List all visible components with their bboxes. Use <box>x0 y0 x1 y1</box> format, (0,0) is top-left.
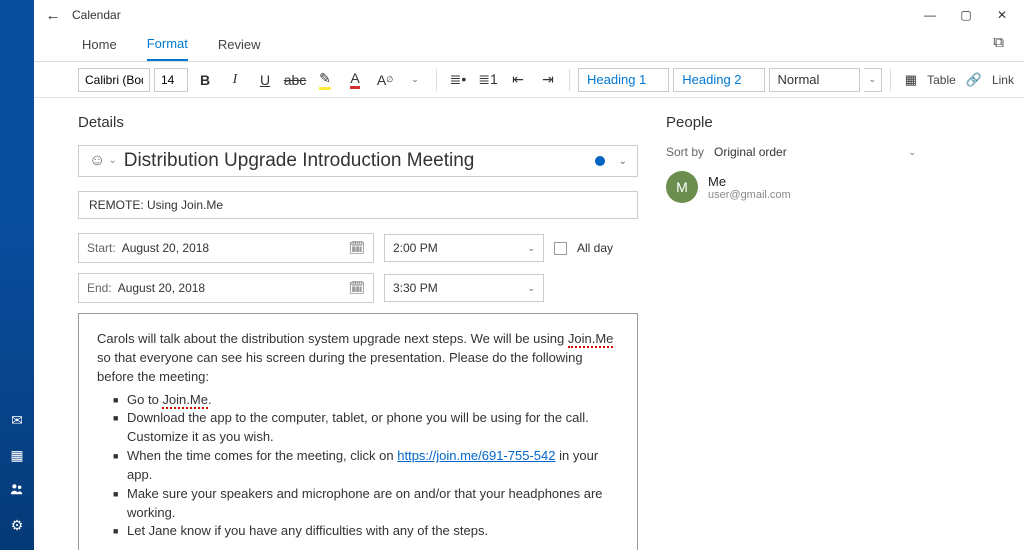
settings-icon[interactable]: ⚙ <box>11 517 24 534</box>
underline-button[interactable]: U <box>252 67 278 93</box>
attendee-row[interactable]: M Me user@gmail.com <box>666 171 916 203</box>
calendar-icon[interactable]: ▦ <box>10 447 23 464</box>
people-heading: People <box>666 114 916 131</box>
sort-by-dropdown[interactable]: Sort by Original order ⌄ <box>666 145 916 159</box>
back-button[interactable]: ← <box>38 7 68 24</box>
list-item: Download the app to the computer, tablet… <box>97 409 619 447</box>
maximize-button[interactable]: ▢ <box>948 8 984 22</box>
mail-icon[interactable]: ✉ <box>11 412 23 429</box>
join-link[interactable]: https://join.me/691-755-542 <box>397 448 555 463</box>
highlight-button[interactable]: ✎ <box>312 67 338 93</box>
heading1-style[interactable]: Heading 1 <box>578 68 669 92</box>
chevron-down-icon[interactable]: ⌄ <box>527 243 535 254</box>
normal-style[interactable]: Normal <box>769 68 860 92</box>
calendar-dropdown-icon[interactable]: ⌄ <box>619 156 627 167</box>
separator <box>436 69 437 91</box>
indent-button[interactable]: ⇥ <box>535 67 561 93</box>
italic-button[interactable]: I <box>222 67 248 93</box>
location-input[interactable]: REMOTE: Using Join.Me <box>78 191 638 219</box>
styles-dropdown-icon[interactable]: ⌄ <box>864 68 882 92</box>
font-size-input[interactable] <box>154 68 188 92</box>
heading2-style[interactable]: Heading 2 <box>673 68 764 92</box>
chevron-down-icon[interactable]: ⌄ <box>908 147 916 158</box>
calendar-picker-icon[interactable]: 🗓 <box>348 280 365 296</box>
tab-format[interactable]: Format <box>147 30 188 61</box>
tab-review[interactable]: Review <box>218 31 261 60</box>
people-icon[interactable] <box>10 482 24 499</box>
bullets-button[interactable]: ≣• <box>445 67 471 93</box>
calendar-color-dot[interactable] <box>595 156 605 166</box>
popout-icon[interactable]: ⧉ <box>993 34 1004 51</box>
start-date-input[interactable]: Start: August 20, 2018 🗓 <box>78 233 374 263</box>
start-time-input[interactable]: 2:00 PM ⌄ <box>384 234 544 262</box>
calendar-picker-icon[interactable]: 🗓 <box>348 240 365 256</box>
strike-button[interactable]: abc <box>282 67 308 93</box>
bold-button[interactable]: B <box>192 67 218 93</box>
separator <box>569 69 570 91</box>
list-item: When the time comes for the meeting, cli… <box>97 447 619 485</box>
link-icon[interactable]: 🔗 <box>966 72 982 88</box>
end-date-input[interactable]: End: August 20, 2018 🗓 <box>78 273 374 303</box>
attendee-name: Me <box>708 174 791 189</box>
close-button[interactable]: ✕ <box>984 8 1020 22</box>
description-editor[interactable]: Carols will talk about the distribution … <box>78 313 638 550</box>
end-time-input[interactable]: 3:30 PM ⌄ <box>384 274 544 302</box>
ribbon-tabs: Home Format Review ⧉ <box>34 30 1024 62</box>
details-heading: Details <box>78 114 638 131</box>
font-name-input[interactable] <box>78 68 150 92</box>
link-button[interactable]: Link <box>992 73 1014 87</box>
all-day-label: All day <box>577 241 613 255</box>
title-bar: ← Calendar ― ▢ ✕ <box>34 0 1024 30</box>
outdent-button[interactable]: ⇤ <box>505 67 531 93</box>
chevron-down-icon[interactable]: ⌄ <box>527 283 535 294</box>
list-item: Let Jane know if you have any difficulti… <box>97 522 619 541</box>
separator <box>890 69 891 91</box>
emoji-icon[interactable]: ☺ <box>89 152 114 170</box>
font-color-button[interactable]: A <box>342 67 368 93</box>
table-icon[interactable]: ▦ <box>905 72 917 88</box>
format-toolbar: B I U abc ✎ A A∅ ⌄ ≣• ≣1 ⇤ ⇥ Heading 1 H… <box>34 62 1024 98</box>
table-button[interactable]: Table <box>927 73 956 87</box>
more-font-icon[interactable]: ⌄ <box>402 67 428 93</box>
tab-home[interactable]: Home <box>82 31 117 60</box>
event-title-box[interactable]: ☺ Distribution Upgrade Introduction Meet… <box>78 145 638 177</box>
all-day-checkbox[interactable] <box>554 242 567 255</box>
minimize-button[interactable]: ― <box>912 8 948 22</box>
avatar: M <box>666 171 698 203</box>
os-sidebar: ✉ ▦ ⚙ <box>0 0 34 550</box>
numbering-button[interactable]: ≣1 <box>475 67 501 93</box>
app-title: Calendar <box>72 8 121 22</box>
event-title[interactable]: Distribution Upgrade Introduction Meetin… <box>124 150 585 172</box>
list-item: Make sure your speakers and microphone a… <box>97 485 619 523</box>
list-item: Go to Join.Me. <box>97 391 619 410</box>
attendee-email: user@gmail.com <box>708 189 791 201</box>
clear-format-button[interactable]: A∅ <box>372 67 398 93</box>
